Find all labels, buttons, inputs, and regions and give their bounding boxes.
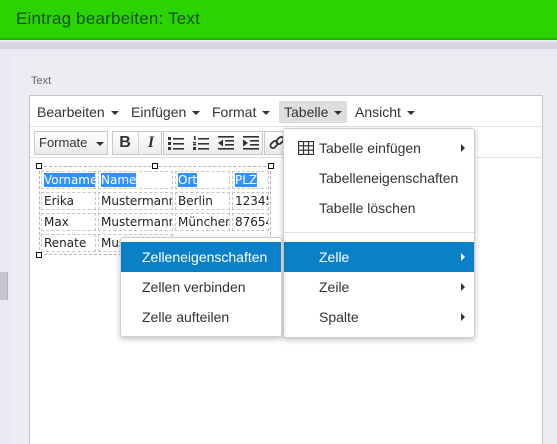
table-cell[interactable]: Mustermann bbox=[98, 213, 173, 231]
chevron-down-icon bbox=[96, 141, 105, 146]
table-cell[interactable]: München bbox=[175, 213, 230, 231]
menu-item-tabelle-loeschen[interactable]: Tabelle löschen bbox=[284, 193, 474, 223]
chevron-right-icon bbox=[461, 283, 465, 291]
table-grid-icon bbox=[298, 141, 314, 155]
format-select[interactable]: Formate bbox=[34, 131, 108, 155]
italic-icon: I bbox=[147, 134, 155, 151]
table-header-cell[interactable]: Vorname bbox=[41, 171, 96, 189]
bold-icon: B bbox=[119, 134, 131, 151]
table-cell[interactable]: Max bbox=[41, 213, 96, 231]
resize-handle-bl[interactable] bbox=[36, 252, 42, 258]
menu-item-label: Zelle bbox=[319, 249, 350, 265]
chevron-down-icon bbox=[110, 111, 119, 116]
menu-einfuegen[interactable]: Einfügen bbox=[126, 101, 205, 123]
table-cell[interactable]: Berlin bbox=[175, 192, 230, 210]
cell-text: Vorname bbox=[44, 173, 96, 187]
menu-item-label: Zelle aufteilen bbox=[142, 309, 230, 325]
resize-handle-tl[interactable] bbox=[36, 163, 42, 169]
indent-icon bbox=[243, 136, 259, 150]
chevron-down-icon bbox=[192, 111, 201, 116]
menu-separator bbox=[284, 232, 474, 233]
chevron-down-icon bbox=[262, 111, 271, 116]
chevron-down-icon bbox=[334, 111, 343, 116]
bullet-list-icon bbox=[168, 137, 184, 150]
outdent-button[interactable] bbox=[214, 132, 238, 154]
menu-ansicht[interactable]: Ansicht bbox=[350, 101, 420, 123]
table-cell[interactable]: 87654 bbox=[232, 213, 269, 231]
menu-tabelle[interactable]: Tabelle bbox=[279, 101, 348, 123]
outdent-icon bbox=[218, 136, 234, 150]
chevron-right-icon bbox=[461, 313, 465, 321]
indent-button[interactable] bbox=[239, 132, 263, 154]
menu-item-zelle[interactable]: Zelle bbox=[284, 242, 474, 272]
numbered-list-button[interactable] bbox=[189, 132, 213, 154]
resize-handle-tc[interactable] bbox=[152, 163, 158, 169]
menu-item-zelleneigenschaften[interactable]: Zelleneigenschaften bbox=[121, 242, 281, 272]
editor-menubar: Bearbeiten Einfügen Format Tabelle Ansic… bbox=[30, 96, 542, 127]
cell-text: Ort bbox=[178, 173, 198, 187]
table-header-cell[interactable]: Ort bbox=[175, 171, 230, 189]
text-style-group: B I bbox=[112, 131, 162, 155]
menu-label: Tabelle bbox=[284, 104, 329, 120]
menu-item-spalte[interactable]: Spalte bbox=[284, 302, 474, 332]
table-cell[interactable]: Erika bbox=[41, 192, 96, 210]
menu-item-zelle-aufteilen[interactable]: Zelle aufteilen bbox=[121, 302, 281, 332]
chevron-right-icon bbox=[461, 144, 465, 152]
table-cell[interactable]: Renate bbox=[41, 234, 96, 252]
table-menu: Tabelle einfügen Tabelleneigenschaften T… bbox=[283, 128, 475, 338]
cell-text: PLZ bbox=[235, 173, 258, 187]
italic-button[interactable]: I bbox=[138, 132, 162, 154]
dialog-titlebar: Eintrag bearbeiten: Text bbox=[0, 0, 557, 40]
field-label: Text bbox=[31, 75, 52, 87]
menu-label: Bearbeiten bbox=[37, 104, 105, 120]
table-cell[interactable]: Mustermann bbox=[98, 192, 173, 210]
menu-item-zeile[interactable]: Zeile bbox=[284, 272, 474, 302]
table-header-cell[interactable]: PLZ bbox=[232, 171, 269, 189]
dialog-title: Eintrag bearbeiten: Text bbox=[16, 9, 201, 28]
resize-handle-tr[interactable] bbox=[268, 163, 274, 169]
menu-item-tabelle-einfuegen[interactable]: Tabelle einfügen bbox=[284, 133, 474, 163]
menu-item-label: Zeile bbox=[319, 279, 350, 295]
menu-item-tabelleneigenschaften[interactable]: Tabelleneigenschaften bbox=[284, 163, 474, 193]
menu-label: Ansicht bbox=[355, 104, 401, 120]
menu-item-label: Spalte bbox=[319, 309, 359, 325]
menu-item-label: Zelleneigenschaften bbox=[142, 249, 268, 265]
menu-item-label: Tabelle löschen bbox=[319, 200, 416, 216]
menu-item-zellen-verbinden[interactable]: Zellen verbinden bbox=[121, 272, 281, 302]
bullet-list-button[interactable] bbox=[164, 132, 188, 154]
list-indent-group bbox=[163, 131, 263, 155]
menu-item-label: Tabelle einfügen bbox=[319, 140, 421, 156]
cell-submenu: Zelleneigenschaften Zellen verbinden Zel… bbox=[120, 237, 282, 337]
numbered-list-icon bbox=[193, 136, 209, 150]
menu-label: Format bbox=[212, 104, 257, 120]
titlebar-divider bbox=[0, 42, 557, 49]
chevron-right-icon bbox=[461, 253, 465, 261]
menu-item-label: Zellen verbinden bbox=[142, 279, 246, 295]
format-select-value: Formate bbox=[39, 135, 88, 150]
chevron-down-icon bbox=[406, 111, 415, 116]
menu-format[interactable]: Format bbox=[207, 101, 275, 123]
resize-handle[interactable] bbox=[0, 272, 8, 300]
menu-label: Einfügen bbox=[131, 104, 187, 120]
table-cell[interactable]: 12345 bbox=[232, 192, 269, 210]
menu-item-label: Tabelleneigenschaften bbox=[319, 170, 459, 186]
table-header-cell[interactable]: Name bbox=[98, 171, 173, 189]
bold-button[interactable]: B bbox=[113, 132, 137, 154]
menu-bearbeiten[interactable]: Bearbeiten bbox=[32, 101, 124, 123]
cell-text: Name bbox=[101, 173, 137, 187]
